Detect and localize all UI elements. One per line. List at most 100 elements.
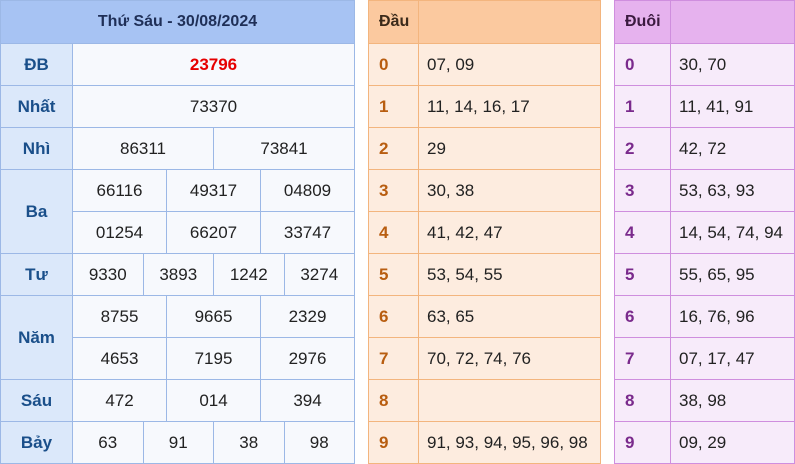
dau-key: 2 <box>368 127 419 170</box>
duoi-key: 7 <box>614 337 671 380</box>
duoi-values: 53, 63, 93 <box>670 169 795 212</box>
prize-nam-number: 2329 <box>260 295 355 338</box>
dau-row: 6 63, 65 <box>368 295 601 338</box>
prize-row-bay: Bảy 63 91 38 98 <box>0 421 355 464</box>
prize-label-sau: Sáu <box>0 379 73 422</box>
prize-nhi-number: 86311 <box>72 127 214 170</box>
prize-tu-number: 9330 <box>72 253 144 296</box>
prize-nam-number: 9665 <box>166 295 261 338</box>
dau-key: 4 <box>368 211 419 254</box>
prize-tu-number: 3893 <box>142 253 214 296</box>
prize-nam-number: 7195 <box>166 337 261 380</box>
dau-header-blank <box>418 0 601 44</box>
duoi-key: 4 <box>614 211 671 254</box>
dau-key: 1 <box>368 85 419 128</box>
duoi-row: 7 07, 17, 47 <box>614 337 795 380</box>
prize-bay-number: 38 <box>213 421 285 464</box>
dau-key: 7 <box>368 337 419 380</box>
prize-ba-number: 04809 <box>260 169 355 212</box>
prize-sau-number: 394 <box>260 379 355 422</box>
duoi-row: 8 38, 98 <box>614 379 795 422</box>
prize-nam-number: 4653 <box>72 337 167 380</box>
prize-tu-number: 3274 <box>283 253 355 296</box>
prize-ba-number: 66116 <box>72 169 167 212</box>
prize-tu-number: 1242 <box>213 253 285 296</box>
prize-row-db: ĐB 23796 <box>0 43 355 86</box>
prize-row-nhat: Nhất 73370 <box>0 85 355 128</box>
dau-row: 3 30, 38 <box>368 169 601 212</box>
dau-key: 6 <box>368 295 419 338</box>
dau-row: 9 91, 93, 94, 95, 96, 98 <box>368 421 601 464</box>
duoi-row: 0 30, 70 <box>614 43 795 86</box>
dau-key: 5 <box>368 253 419 296</box>
prize-nhat-number: 73370 <box>72 85 355 128</box>
prize-row-ba: Ba 66116 49317 04809 <box>0 169 355 254</box>
dau-row: 1 11, 14, 16, 17 <box>368 85 601 128</box>
dau-row: 7 70, 72, 74, 76 <box>368 337 601 380</box>
duoi-row: 9 09, 29 <box>614 421 795 464</box>
prize-label-ba: Ba <box>0 169 73 254</box>
prize-sau-number: 014 <box>166 379 261 422</box>
dau-header: Đầu <box>368 0 419 44</box>
prize-bay-number: 91 <box>142 421 214 464</box>
dau-row: 2 29 <box>368 127 601 170</box>
duoi-values: 11, 41, 91 <box>670 85 795 128</box>
dau-values: 29 <box>418 127 601 170</box>
prize-label-bay: Bảy <box>0 421 73 464</box>
duoi-row: 5 55, 65, 95 <box>614 253 795 296</box>
duoi-values: 14, 54, 74, 94 <box>670 211 795 254</box>
prize-db-number: 23796 <box>72 43 355 86</box>
dau-table: Đầu 0 07, 09 1 11, 14, 16, 17 2 29 3 30, 38 … <box>368 0 601 464</box>
duoi-row: 4 14, 54, 74, 94 <box>614 211 795 254</box>
dau-row: 8 <box>368 379 601 422</box>
duoi-header-blank <box>670 0 795 44</box>
prize-row-nam: Năm 8755 9665 2329 <box>0 295 355 380</box>
prize-ba-number: 66207 <box>166 211 261 254</box>
duoi-row: 6 16, 76, 96 <box>614 295 795 338</box>
duoi-key: 2 <box>614 127 671 170</box>
duoi-values: 42, 72 <box>670 127 795 170</box>
prize-label-nhi: Nhì <box>0 127 73 170</box>
dau-values: 11, 14, 16, 17 <box>418 85 601 128</box>
prize-label-nhat: Nhất <box>0 85 73 128</box>
dau-values: 91, 93, 94, 95, 96, 98 <box>418 421 601 464</box>
prize-label-nam: Năm <box>0 295 73 380</box>
duoi-row: 1 11, 41, 91 <box>614 85 795 128</box>
duoi-key: 8 <box>614 379 671 422</box>
prize-bay-number: 63 <box>72 421 144 464</box>
dau-values: 70, 72, 74, 76 <box>418 337 601 380</box>
results-date-title: Thứ Sáu - 30/08/2024 <box>0 0 355 44</box>
duoi-values: 38, 98 <box>670 379 795 422</box>
duoi-row: 3 53, 63, 93 <box>614 169 795 212</box>
prize-ba-number: 49317 <box>166 169 261 212</box>
dau-values: 41, 42, 47 <box>418 211 601 254</box>
dau-key: 8 <box>368 379 419 422</box>
prize-bay-number: 98 <box>283 421 355 464</box>
duoi-values: 07, 17, 47 <box>670 337 795 380</box>
duoi-values: 16, 76, 96 <box>670 295 795 338</box>
dau-key: 0 <box>368 43 419 86</box>
prize-label-db: ĐB <box>0 43 73 86</box>
duoi-key: 6 <box>614 295 671 338</box>
dau-row: 4 41, 42, 47 <box>368 211 601 254</box>
duoi-values: 55, 65, 95 <box>670 253 795 296</box>
dau-values: 30, 38 <box>418 169 601 212</box>
duoi-key: 5 <box>614 253 671 296</box>
dau-values <box>418 379 601 422</box>
dau-values: 53, 54, 55 <box>418 253 601 296</box>
results-table: Thứ Sáu - 30/08/2024 ĐB 23796 Nhất 73370… <box>0 0 355 464</box>
prize-ba-number: 01254 <box>72 211 167 254</box>
dau-values: 63, 65 <box>418 295 601 338</box>
prize-nam-number: 2976 <box>260 337 355 380</box>
duoi-key: 0 <box>614 43 671 86</box>
duoi-values: 30, 70 <box>670 43 795 86</box>
duoi-table: Đuôi 0 30, 70 1 11, 41, 91 2 42, 72 3 53, 63… <box>614 0 795 464</box>
duoi-key: 1 <box>614 85 671 128</box>
duoi-key: 9 <box>614 421 671 464</box>
prize-row-sau: Sáu 472 014 394 <box>0 379 355 422</box>
prize-nhi-number: 73841 <box>213 127 355 170</box>
duoi-key: 3 <box>614 169 671 212</box>
dau-row: 0 07, 09 <box>368 43 601 86</box>
prize-label-tu: Tư <box>0 253 73 296</box>
dau-values: 07, 09 <box>418 43 601 86</box>
